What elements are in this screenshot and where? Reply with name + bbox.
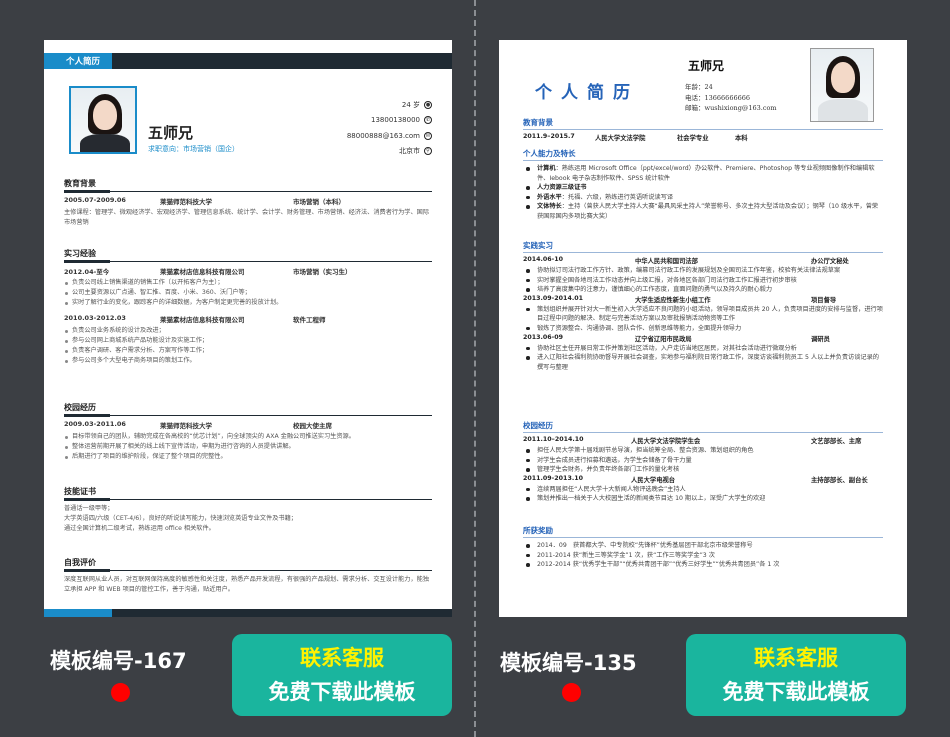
location-icon: ⚲ [424,147,432,156]
red-dot-icon [562,683,581,702]
list-item: 实时掌握全国各地司法工作动态并向上级汇报，对各地区各部门司法行政工作汇报进行初步… [523,276,883,286]
list-item: 2012-2014 获“优秀学生干部”“优秀共青团干部”“优秀三好学生”“优秀共… [523,560,883,570]
contact-location: 北京市 [399,147,420,156]
awards-section: 所获奖励 2014．09 获首都大学、中专院校“先锋杯”优秀基层团干部北京市级荣… [523,525,883,570]
section-title: 自我评价 [64,557,432,572]
center-divider [474,0,476,737]
list-item: 协助社区主任开展日常工作并策划社区活动，入户走访当地区居民，对其社会活动进行微观… [523,344,883,354]
list-item: 2014．09 获首都大学、中专院校“先锋杯”优秀基层团干部北京市级荣誉称号 [523,541,883,551]
campus-section: 校园经历 2011.10–2014.10 人民大学文法学院学生会 文艺部部长、主席 … [523,420,883,504]
list-item: 计算机：熟练运用 Microsoft Office（ppt/excel/word… [523,164,883,183]
list-item: 参与公司网上商城系统产品功能设计及实施工作； [64,336,432,346]
list-item: 整体运营前期开展了相关的线上线下宣传活动，申期为进行咨询的人员提供讲解。 [64,442,432,452]
cta-download-label: 免费下载此模板 [722,680,870,704]
resume-template-135[interactable]: 个人简历 五师兄 年龄：24 电话：13666666666 邮箱：wushixi… [499,40,907,617]
internship-section: 实习经验 2012.04-至今 莱猫素材店信息科技有限公司 市场营销（实习生） 负责… [64,248,432,366]
profile-photo [810,48,874,122]
job-intent: 求职意向：市场营销（国企） [148,145,239,153]
cta-download-label: 免费下载此模板 [268,680,416,704]
abilities-section: 个人能力及特长 计算机：熟练运用 Microsoft Office（ppt/ex… [523,148,883,222]
list-item: 管理学生会财务，并负责年终各部门工作的量化考核 [523,465,883,475]
list-item: 对学生会成员进行招募和遴选，为学生会储备了骨干力量 [523,456,883,466]
list-item: 外语水平：托福、六级，熟练进行英语听说读写译 [523,193,883,203]
resume-header-label: 个人简历 [66,57,101,67]
list-item: 文体特长：主持（曾获人民大学主持人大赛“最具风采主持人”荣誉称号、多次主持大型活… [523,202,883,221]
resume-name: 五师兄 [688,59,725,73]
resume-title: 个人简历 [535,83,639,103]
phone-icon: ✆ [424,116,432,125]
education-courses: 主修课程：管理学、微观经济学、宏观经济学、管理信息系统、统计学、会计学、财务管理… [64,209,430,226]
list-item: 参与公司多个大型电子商务项目的策划工作。 [64,356,432,366]
list-item: 培养了高度集中的注意力，谨慎细心的工作态度，直面问题的勇气以及持久的耐心毅力 [523,285,883,295]
list-item: 策划组织并展开针对大一新生初入大学适应不良问题的小组活动，领导项目成员共 20 … [523,305,883,324]
list-item: 负责公司线上销售渠道的销售工作（以开拓客户为主）； [64,278,432,288]
list-item: 连续两届担任“人民大学十大新闻人物评选晚会”主持人 [523,485,883,495]
resume-template-167[interactable]: 个人简历 五师兄 求职意向：市场营销（国企） 24 岁 ● 13800138000… [44,40,452,617]
contact-phone: 13800138000 [371,116,420,125]
campus-section: 校园经历 2009.03-2011.06 莱猫师范科技大学 校园大使主席 目标带领自… [64,402,432,462]
list-item: 负责公司业务系统的设计及改进； [64,326,432,336]
contact-age: 24 岁 [401,100,420,109]
list-item: 公司主要资源以广点通、智汇推、百度、小米、360、沃门户等； [64,288,432,298]
evaluation-section: 自我评价 深度互联网从业人员，对互联网保持高度的敏感性和关注度，熟悉产品开发流程… [64,557,432,595]
list-item: 后期进行了项目的维护阶段，保证了整个项目的完整性。 [64,452,432,462]
personal-info: 年龄：24 电话：13666666666 邮箱：wushixiong@163.c… [685,83,777,112]
download-button-135[interactable]: 联系客服 免费下载此模板 [686,634,906,716]
list-item: 目标带领自己的团队，辅助完成在各高校的“优芯计划”，向全球顶尖的 AXA 金融公… [64,432,432,442]
list-item: 担任人民大学第十届戏剧节总导演，担当统筹全局、整合资源、策划组织的角色 [523,446,883,456]
practice-section: 实践实习 2014.06-10 中华人民共和国司法部 办公厅文秘处 协助拟订司法行政… [523,241,883,372]
template-number-135: 模板编号-135 [500,651,637,675]
user-icon: ● [424,100,432,109]
list-item: 协助拟订司法行政工作方针、政策，编篡司法行政工作的发展规划及全国司法工作年鉴，校… [523,266,883,276]
download-button-167[interactable]: 联系客服 免费下载此模板 [232,634,452,716]
list-item: 进入辽阳社会福利院协助督导开展社会调查，实地参与福利院日常行政工作，深度访谈福利… [523,353,883,372]
template-number-167: 模板编号-167 [50,649,187,673]
list-item: 锻炼了资源整合、沟通协调、团队合作、创新思维等能力，全面提升领导力 [523,324,883,334]
contact-email: 88000888@163.com [346,131,420,140]
resume-name: 五师兄 [148,124,194,142]
list-item: 2011-2014 获“新生三等奖学金”1 次，获“工作三等奖学金”3 次 [523,551,883,561]
section-title: 教育背景 [64,178,432,193]
list-item: 实时了解行业的变化，跟踪客户的详细数据，为客户制定更完善的投放计划。 [64,298,432,308]
mail-icon: ✉ [424,131,432,140]
contact-info: 24 岁 ● 13800138000 ✆ 88000888@163.com ✉ 北京市… [347,97,432,159]
profile-photo [69,86,137,154]
cta-contact-label: 联系客服 [300,646,384,670]
list-item: 人力资源三级证书 [523,183,883,193]
cta-contact-label: 联系客服 [754,646,838,670]
education-section: 教育背景 2011.9–2015.7 人民大学文法学院 社会学专业 本科 [523,117,883,143]
section-title: 实习经验 [64,248,432,263]
skills-section: 技能证书 普通话一级甲等； 大学英语四/六级（CET-4/6），良好的听说读写能… [64,486,432,534]
list-item: 策划并推出一档关于人大校园生活的新闻类节目达 10 期以上，深受广大学生的欢迎 [523,494,883,504]
section-title: 技能证书 [64,486,432,501]
resume-footer-bar [44,609,452,617]
red-dot-icon [111,683,130,702]
resume-header-bar: 个人简历 [44,53,452,69]
section-title: 校园经历 [64,402,432,417]
education-section: 教育背景 2005.07-2009.06 莱猫师范科技大学 市场营销（本科） 主修课… [64,178,432,228]
list-item: 负责客户调研、客户需求分析、方案写作等工作； [64,346,432,356]
